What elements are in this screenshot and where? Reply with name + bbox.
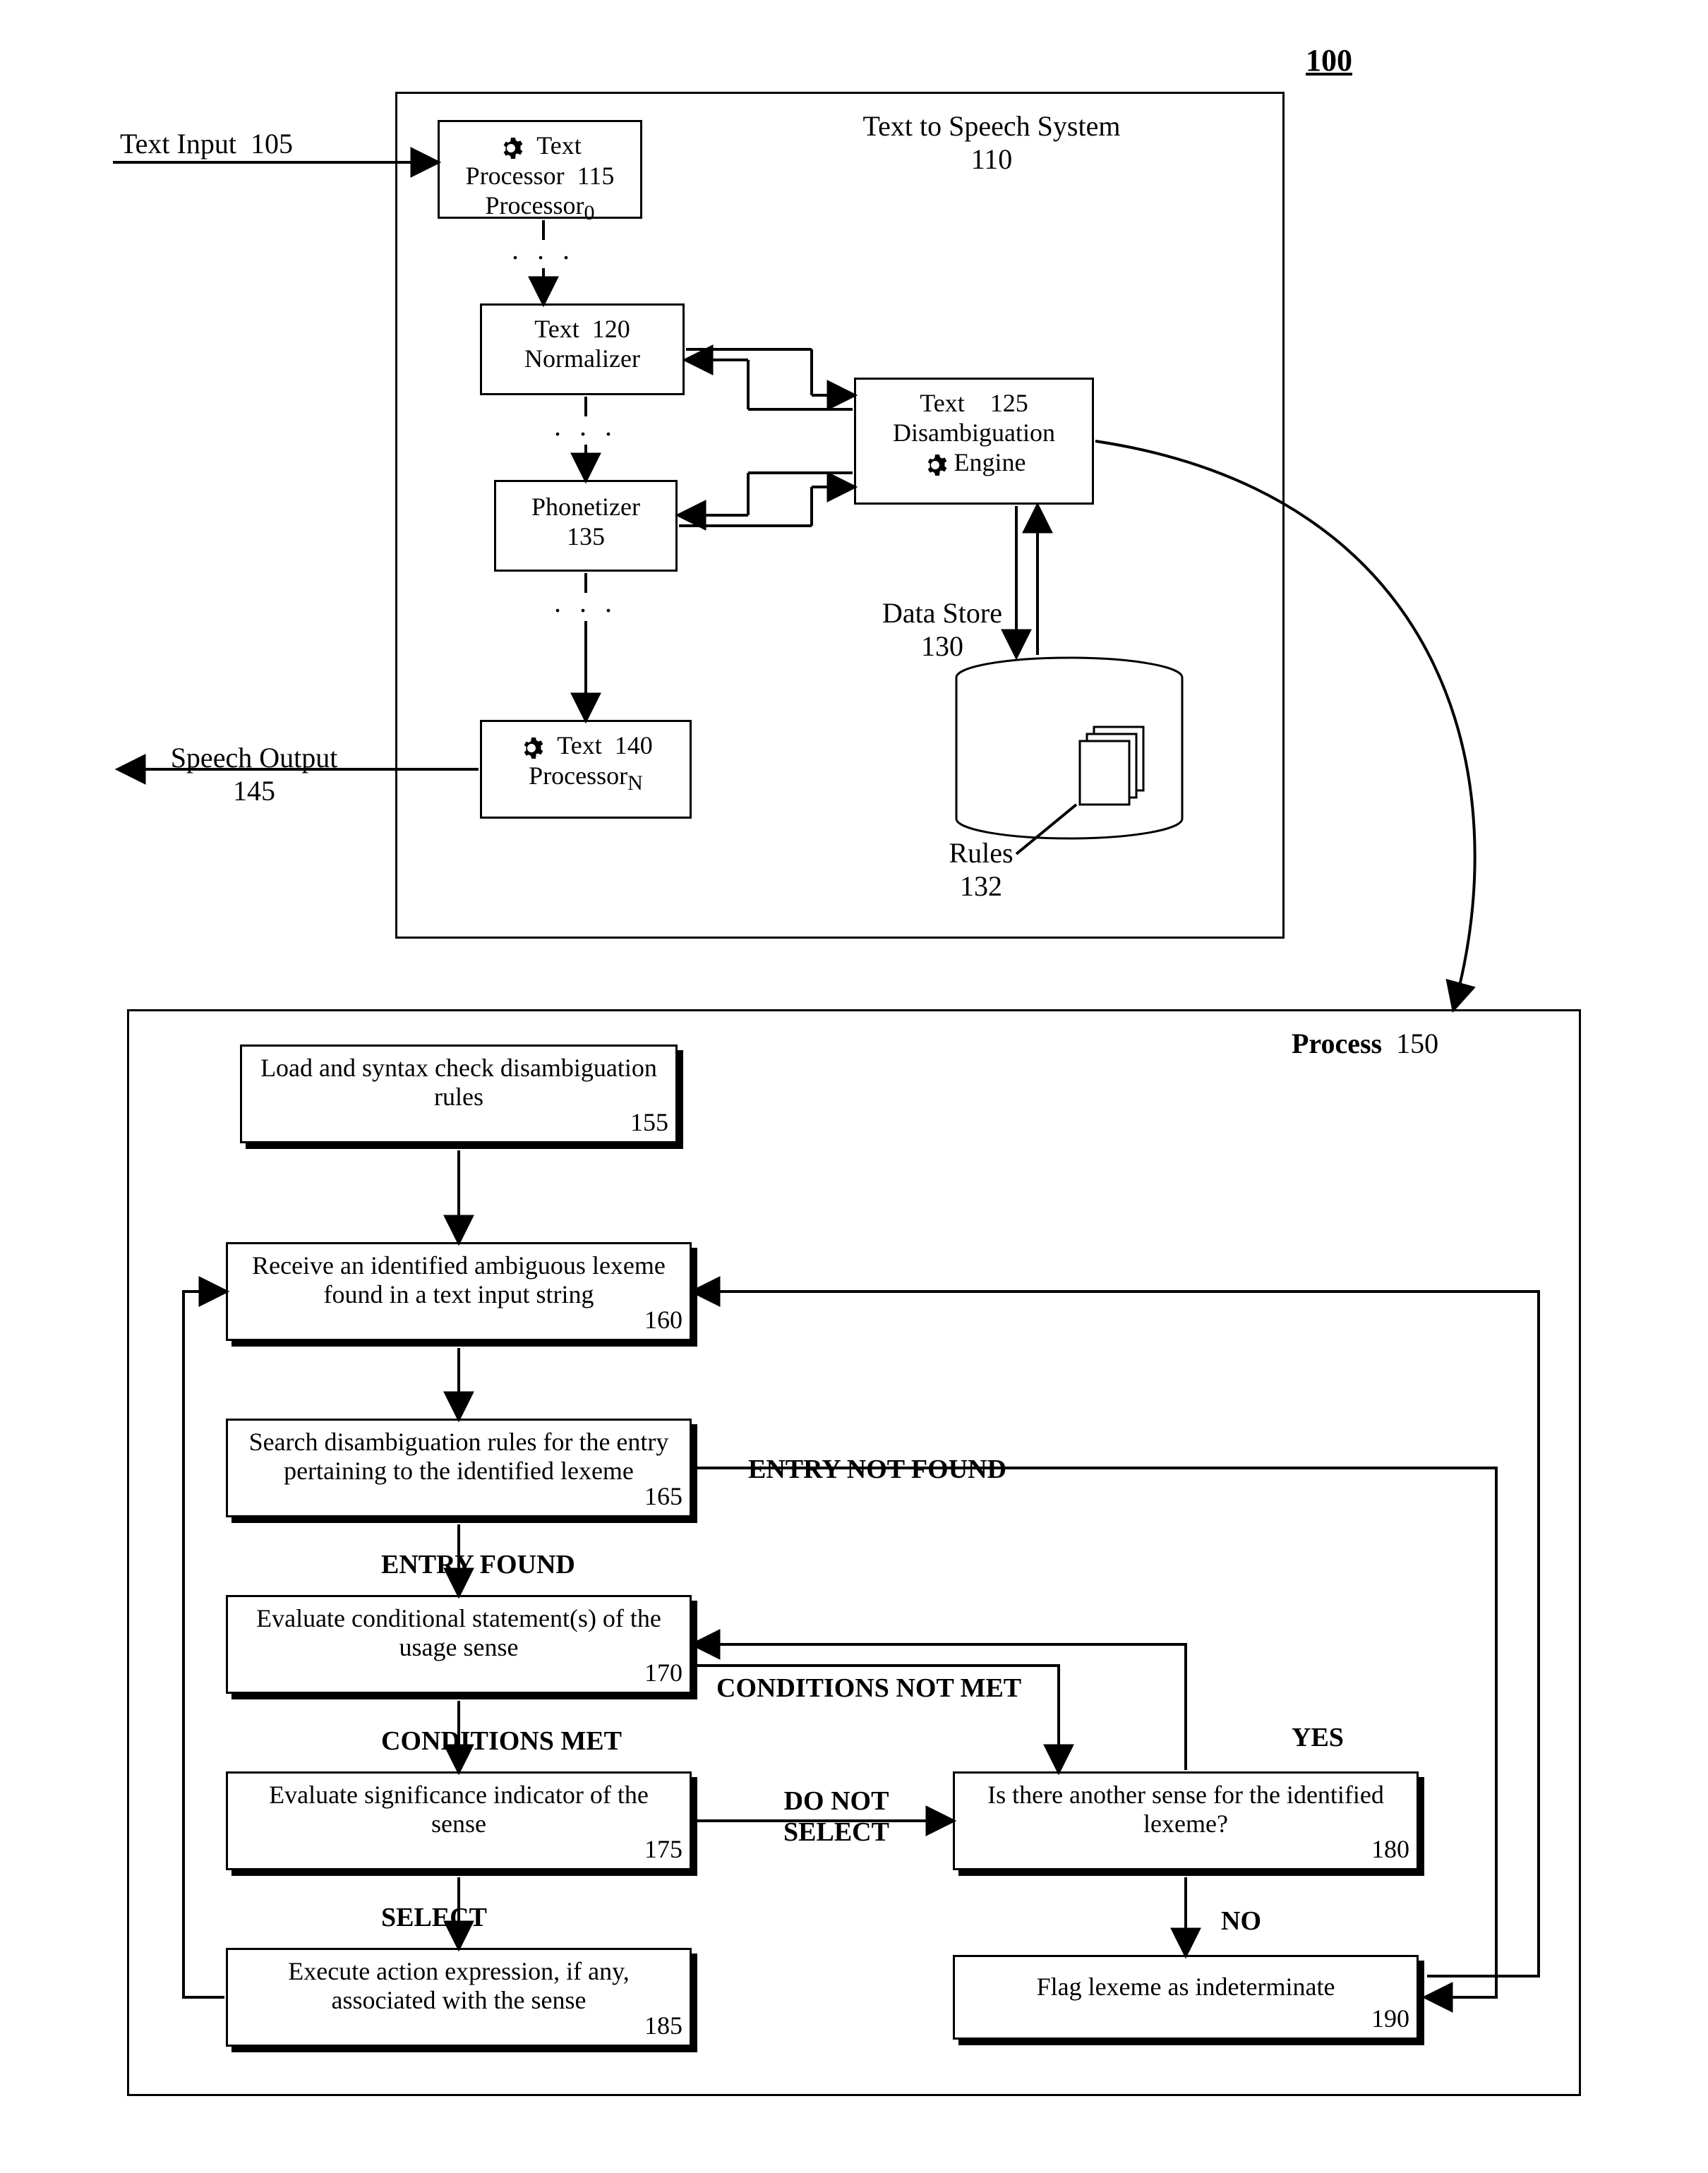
step-180-ref: 180 — [1371, 1834, 1409, 1864]
system-title-ref: 110 — [971, 143, 1013, 175]
step-160-ref: 160 — [644, 1305, 682, 1335]
box-text-processor-n: Text 140 ProcessorN — [480, 720, 692, 819]
step-190: Flag lexeme as indeterminate 190 — [953, 1955, 1419, 2040]
label-no: NO — [1221, 1906, 1261, 1937]
box-phonetizer: Phonetizer 135 — [494, 480, 678, 572]
step-170-text: Evaluate conditional statement(s) of the… — [235, 1601, 682, 1663]
step-185-text: Execute action expression, if any, assoc… — [235, 1954, 682, 2016]
gear-icon — [519, 735, 544, 761]
datastore-label: Data Store 130 — [854, 596, 1030, 663]
step-175-text: Evaluate significance indicator of the s… — [235, 1778, 682, 1839]
gear-icon — [498, 136, 524, 161]
box125-l2: Disambiguation — [893, 419, 1055, 447]
speech-output-text: Speech Output — [171, 742, 338, 774]
label-entry-found: ENTRY FOUND — [381, 1549, 575, 1580]
step-160-text: Receive an identified ambiguous lexeme f… — [235, 1248, 682, 1310]
datastore-ref: 130 — [921, 630, 963, 662]
step-165-ref: 165 — [644, 1481, 682, 1511]
step-185-ref: 185 — [644, 2011, 682, 2040]
label-conditions-met: CONDITIONS MET — [381, 1726, 622, 1757]
text-input-label: Text Input 105 — [120, 127, 293, 160]
step-165: Search disambiguation rules for the entr… — [226, 1419, 692, 1517]
label-conditions-not-met: CONDITIONS NOT MET — [716, 1673, 1021, 1704]
step-180-text: Is there another sense for the identifie… — [962, 1778, 1409, 1839]
step-160: Receive an identified ambiguous lexeme f… — [226, 1242, 692, 1341]
step-155: Load and syntax check disambiguation rul… — [240, 1045, 678, 1143]
system-title: Text to Speech System 110 — [833, 109, 1150, 176]
process-title-ref: 150 — [1396, 1028, 1438, 1059]
datastore-text: Data Store — [882, 597, 1002, 629]
step-185: Execute action expression, if any, assoc… — [226, 1948, 692, 2047]
step-180: Is there another sense for the identifie… — [953, 1771, 1419, 1870]
ellipsis-icon: . . . — [529, 409, 642, 443]
box120-ref: 120 — [592, 315, 630, 343]
rules-text: Rules — [949, 837, 1013, 869]
box125-ref: 125 — [990, 389, 1028, 417]
step-155-text: Load and syntax check disambiguation rul… — [249, 1051, 668, 1112]
step-165-text: Search disambiguation rules for the entr… — [235, 1425, 682, 1486]
speech-output-ref: 145 — [233, 775, 275, 807]
ellipsis-icon: . . . — [487, 233, 600, 266]
box140-label1: Text — [557, 731, 601, 759]
label-entry-not-found: ENTRY NOT FOUND — [748, 1454, 1006, 1485]
system-title-text: Text to Speech System — [863, 110, 1121, 142]
process-title: Process 150 — [1292, 1027, 1438, 1060]
step-190-text: Flag lexeme as indeterminate — [962, 1961, 1409, 2002]
ellipsis-icon: . . . — [529, 586, 642, 619]
label-select: SELECT — [381, 1902, 487, 1933]
box115-ref: 115 — [577, 162, 615, 190]
step-170: Evaluate conditional statement(s) of the… — [226, 1595, 692, 1694]
text-input-ref: 105 — [251, 128, 293, 159]
box-text-processor-0: Text Processor 115 Processor0 — [438, 120, 642, 219]
text-input-text: Text Input — [120, 128, 236, 159]
box125-l1: Text — [920, 389, 964, 417]
step-155-ref: 155 — [630, 1107, 668, 1137]
box120-label1: Text — [534, 315, 579, 343]
process-panel — [127, 1009, 1581, 2096]
rules-label: Rules 132 — [918, 836, 1045, 903]
step-175: Evaluate significance indicator of the s… — [226, 1771, 692, 1870]
process-title-text: Process — [1292, 1028, 1382, 1059]
step-175-ref: 175 — [644, 1834, 682, 1864]
box-text-normalizer: Text 120 Normalizer — [480, 303, 685, 395]
box-disambiguation-engine: Text 125 Disambiguation Engine — [854, 378, 1094, 505]
gear-icon — [922, 452, 948, 478]
box140-label2: ProcessorN — [529, 762, 643, 790]
box115-label1: Text Processor — [466, 131, 582, 190]
box125-l3: Engine — [954, 448, 1026, 476]
box115-label2: Processor0 — [486, 191, 595, 219]
step-170-ref: 170 — [644, 1658, 682, 1687]
figure-ref: 100 — [1306, 42, 1352, 78]
label-do-not-select: DO NOT SELECT — [748, 1786, 925, 1848]
rules-ref: 132 — [960, 870, 1002, 902]
speech-output-label: Speech Output 145 — [148, 741, 360, 807]
datastore-cylinder-icon — [953, 656, 1186, 840]
step-190-ref: 190 — [1371, 2004, 1409, 2033]
box135-ref: 135 — [567, 522, 605, 550]
box135-label: Phonetizer — [531, 493, 640, 521]
box120-label2: Normalizer — [524, 344, 640, 373]
label-yes: YES — [1292, 1722, 1344, 1753]
box140-ref: 140 — [615, 731, 653, 759]
